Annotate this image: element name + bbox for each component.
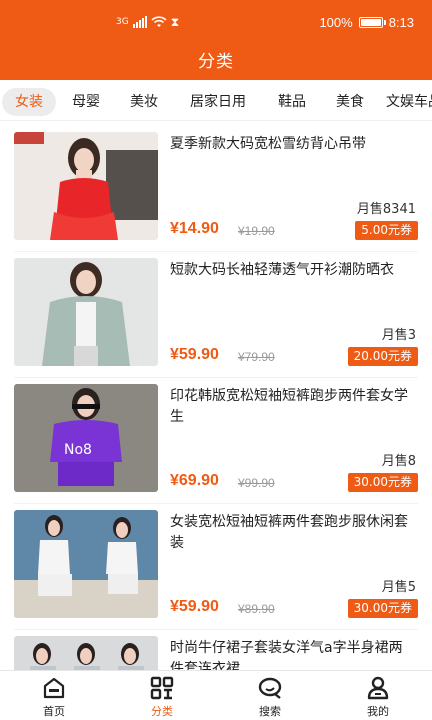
tab-shoes[interactable]: 鞋品 (266, 88, 318, 116)
tab-baby[interactable]: 母婴 (60, 88, 112, 116)
monthly-sales: 月售8 (381, 454, 416, 469)
tab-womens[interactable]: 女装 (2, 88, 56, 116)
tab-food[interactable]: 美食 (324, 88, 376, 116)
user-icon (367, 676, 389, 700)
product-image[interactable] (14, 636, 158, 670)
product-title[interactable]: 夏季新款大码宽松雪纺背心吊带 (170, 134, 416, 155)
price: ¥69.90 (170, 472, 219, 489)
product-item[interactable]: 短款大码长袖轻薄透气开衫潮防晒衣 月售3 ¥59.90 ¥79.90 20.00… (0, 252, 432, 378)
category-icon (150, 676, 174, 700)
nav-profile[interactable]: 我的 (324, 671, 432, 720)
page-title: 分类 (198, 52, 234, 72)
status-time: 8:13 (388, 14, 414, 30)
monthly-sales: 月售5 (381, 580, 416, 595)
product-title[interactable]: 女装宽松短袖短裤两件套跑步服休闲套装 (170, 512, 416, 554)
tab-beauty[interactable]: 美妆 (118, 88, 170, 116)
product-image[interactable] (14, 510, 158, 618)
svg-text:No8: No8 (64, 442, 92, 458)
app-header: 3G ⧗ 100% 8:13 分类 (0, 0, 432, 80)
nav-category-label: 分类 (151, 705, 173, 718)
tabs-divider (0, 120, 432, 121)
signal-icon (132, 16, 147, 28)
tab-home[interactable]: 居家日用 (180, 88, 256, 116)
product-list: 夏季新款大码宽松雪纺背心吊带 月售8341 ¥14.90 ¥19.90 5.00… (0, 126, 432, 670)
nav-search[interactable]: 搜索 (216, 671, 324, 720)
nav-category[interactable]: 分类 (108, 671, 216, 720)
price: ¥59.90 (170, 346, 219, 363)
price: ¥59.90 (170, 598, 219, 615)
home-icon (43, 677, 65, 699)
original-price: ¥89.90 (238, 602, 275, 616)
product-image[interactable] (14, 258, 158, 366)
product-image[interactable] (14, 132, 158, 240)
product-title[interactable]: 短款大码长袖轻薄透气开衫潮防晒衣 (170, 260, 416, 281)
battery-icon (358, 16, 386, 28)
battery-percent: 100% (319, 14, 353, 30)
coupon-badge[interactable]: 30.00元券 (347, 599, 418, 618)
nav-profile-label: 我的 (367, 705, 389, 718)
original-price: ¥79.90 (238, 350, 275, 364)
search-icon (258, 677, 282, 699)
product-item[interactable]: 女装宽松短袖短裤两件套跑步服休闲套装 月售5 ¥59.90 ¥89.90 30.… (0, 504, 432, 630)
status-bar: 3G ⧗ 100% 8:13 (0, 0, 432, 44)
original-price: ¥99.90 (238, 476, 275, 490)
status-left-icons: 3G ⧗ (116, 14, 179, 30)
product-image[interactable]: No8 (14, 384, 158, 492)
monthly-sales: 月售8341 (356, 202, 416, 217)
nav-home[interactable]: 首页 (0, 671, 108, 720)
battery-fill (360, 18, 381, 26)
product-title[interactable]: 印花韩版宽松短袖短裤跑步两件套女学生 (170, 386, 416, 428)
product-item[interactable]: 时尚牛仔裙子套装女洋气a字半身裙两件套连衣裙 (0, 630, 432, 670)
network-label: 3G (116, 17, 129, 27)
product-title[interactable]: 时尚牛仔裙子套装女洋气a字半身裙两件套连衣裙 (170, 638, 416, 670)
bottom-nav: 首页 分类 搜索 我的 (0, 670, 432, 720)
nav-home-label: 首页 (43, 705, 65, 718)
wifi-icon (151, 16, 167, 27)
coupon-badge[interactable]: 30.00元券 (347, 473, 418, 492)
category-tabs: 女装 母婴 美妆 居家日用 鞋品 美食 文娱车品 (0, 86, 432, 120)
product-item[interactable]: No8 印花韩版宽松短袖短裤跑步两件套女学生 月售8 ¥69.90 ¥99.90… (0, 378, 432, 504)
tab-entertainment[interactable]: 文娱车品 (386, 88, 432, 116)
nav-search-label: 搜索 (259, 705, 281, 718)
hourglass-icon: ⧗ (170, 15, 180, 29)
coupon-badge[interactable]: 5.00元券 (355, 221, 418, 240)
monthly-sales: 月售3 (381, 328, 416, 343)
original-price: ¥19.90 (238, 224, 275, 238)
price: ¥14.90 (170, 220, 219, 237)
status-right: 100% 8:13 (319, 14, 414, 30)
product-item[interactable]: 夏季新款大码宽松雪纺背心吊带 月售8341 ¥14.90 ¥19.90 5.00… (0, 126, 432, 252)
coupon-badge[interactable]: 20.00元券 (347, 347, 418, 366)
